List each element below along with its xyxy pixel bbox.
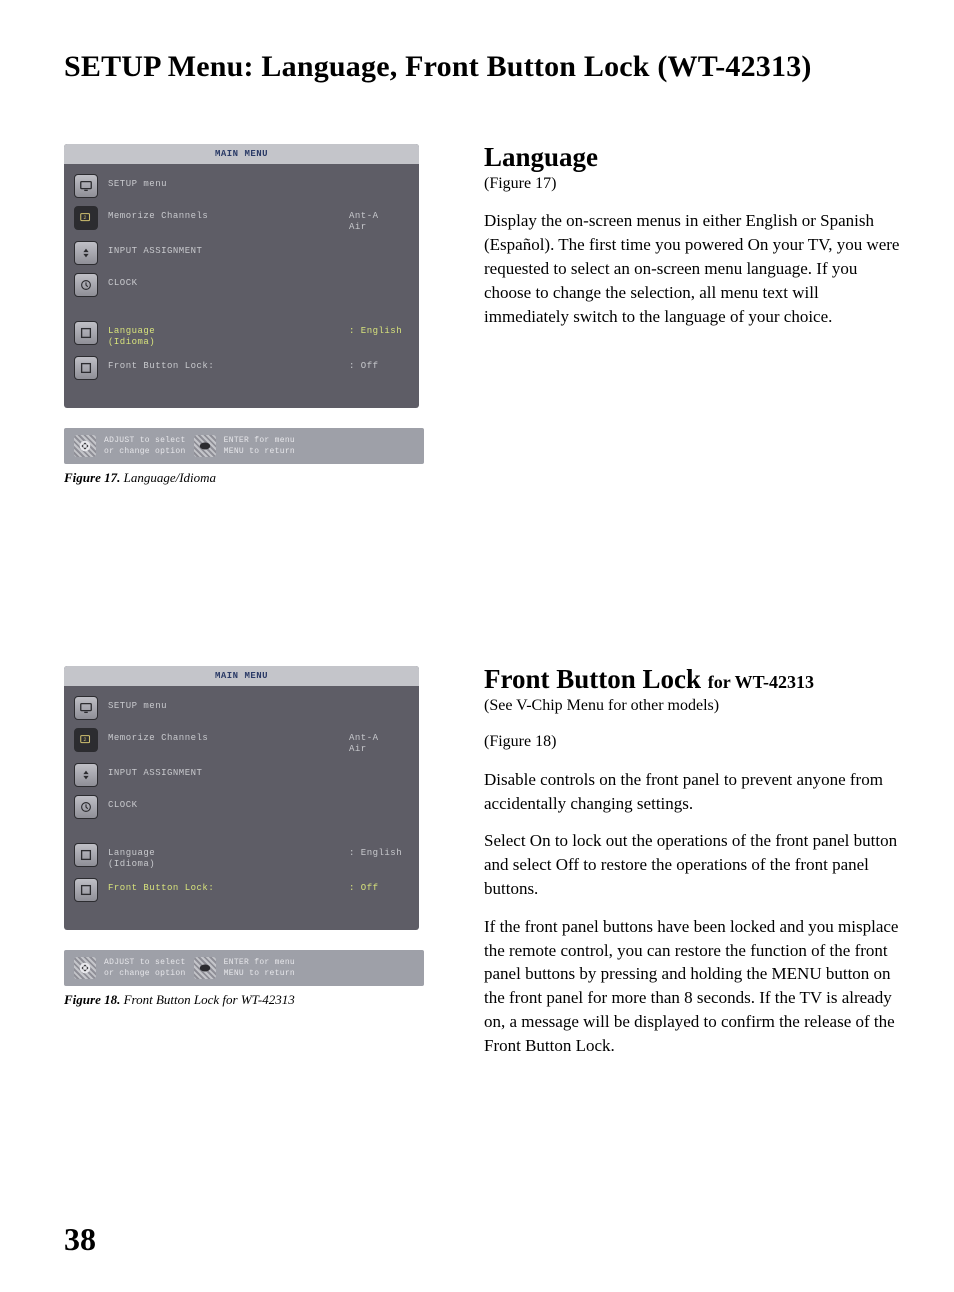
channel-icon: 2 — [74, 206, 98, 230]
osd-footer: ADJUST to selector change option ENTER f… — [64, 428, 424, 464]
tv-icon — [74, 174, 98, 198]
osd-item-input: INPUT ASSIGNMENT — [74, 759, 409, 791]
footer-text-left: ADJUST to selector change option — [104, 435, 186, 457]
section-ref: (Figure 18) — [484, 731, 904, 753]
figure-18-caption: Figure 18. Front Button Lock for WT-4231… — [64, 992, 424, 1008]
osd-title: MAIN MENU — [64, 144, 419, 164]
updown-icon — [74, 241, 98, 265]
osd-value: Ant-A Air — [349, 728, 409, 755]
osd-label: Memorize Channels — [108, 206, 339, 222]
osd-item-language: Language (Idioma) : English — [74, 317, 409, 352]
osd-item-setup: SETUP menu — [74, 692, 409, 724]
osd-label: CLOCK — [108, 273, 409, 289]
osd-item-memorize: 2 Memorize Channels Ant-A Air — [74, 202, 409, 237]
osd-item-input: INPUT ASSIGNMENT — [74, 237, 409, 269]
front-button-lock-section: Front Button Lock for WT-42313 (See V-Ch… — [484, 666, 904, 1072]
osd-item-setup: SETUP menu — [74, 170, 409, 202]
osd-value: : English — [349, 843, 409, 859]
osd-item-clock: CLOCK — [74, 269, 409, 301]
osd-label: INPUT ASSIGNMENT — [108, 763, 409, 779]
osd-label: Memorize Channels — [108, 728, 339, 744]
body-paragraph: Disable controls on the front panel to p… — [484, 768, 904, 816]
footer-text-right: ENTER for menuMENU to return — [224, 435, 295, 457]
osd-label: INPUT ASSIGNMENT — [108, 241, 409, 257]
osd-value: : Off — [349, 878, 409, 894]
section-heading: Front Button Lock for WT-42313 — [484, 666, 904, 693]
osd-label: CLOCK — [108, 795, 409, 811]
channel-icon: 2 — [74, 728, 98, 752]
figure-17-block: MAIN MENU SETUP menu 2 Memorize Channels… — [64, 144, 424, 486]
osd-item-memorize: 2 Memorize Channels Ant-A Air — [74, 724, 409, 759]
clock-icon — [74, 795, 98, 819]
osd-menu-fig17: MAIN MENU SETUP menu 2 Memorize Channels… — [64, 144, 419, 408]
square-icon — [74, 356, 98, 380]
spacer — [74, 823, 409, 839]
osd-footer: ADJUST to selector change option ENTER f… — [64, 950, 424, 986]
square-icon — [74, 878, 98, 902]
osd-label: SETUP menu — [108, 174, 409, 190]
section-ref: (Figure 17) — [484, 173, 904, 195]
language-section: Language (Figure 17) Display the on-scre… — [484, 144, 904, 486]
osd-label: Language (Idioma) — [108, 843, 339, 870]
osd-label: SETUP menu — [108, 696, 409, 712]
footer-text-right: ENTER for menuMENU to return — [224, 957, 295, 979]
page-number: 38 — [64, 1221, 96, 1258]
osd-label: Front Button Lock: — [108, 356, 339, 372]
osd-label: Language (Idioma) — [108, 321, 339, 348]
square-icon — [74, 321, 98, 345]
row-figure-18: MAIN MENU SETUP menu 2 Memorize Channels… — [64, 666, 904, 1072]
osd-title: MAIN MENU — [64, 666, 419, 686]
tv-icon — [74, 696, 98, 720]
figure-18-block: MAIN MENU SETUP menu 2 Memorize Channels… — [64, 666, 424, 1072]
svg-text:2: 2 — [83, 737, 87, 743]
page-title: SETUP Menu: Language, Front Button Lock … — [64, 50, 904, 84]
osd-item-lock: Front Button Lock: : Off — [74, 874, 409, 906]
osd-value: Ant-A Air — [349, 206, 409, 233]
osd-label: Front Button Lock: — [108, 878, 339, 894]
section-subref: (See V-Chip Menu for other models) — [484, 695, 904, 717]
body-paragraph: Display the on-screen menus in either En… — [484, 209, 904, 328]
footer-text-left: ADJUST to selector change option — [104, 957, 186, 979]
figure-17-caption: Figure 17. Language/Idioma — [64, 470, 424, 486]
osd-value: : English — [349, 321, 409, 337]
updown-icon — [74, 763, 98, 787]
clock-icon — [74, 273, 98, 297]
enter-icon — [194, 435, 216, 457]
osd-item-language: Language (Idioma) : English — [74, 839, 409, 874]
osd-value: : Off — [349, 356, 409, 372]
osd-item-lock: Front Button Lock: : Off — [74, 352, 409, 384]
osd-item-clock: CLOCK — [74, 791, 409, 823]
osd-menu-fig18: MAIN MENU SETUP menu 2 Memorize Channels… — [64, 666, 419, 930]
row-figure-17: MAIN MENU SETUP menu 2 Memorize Channels… — [64, 144, 904, 486]
body-paragraph: Select On to lock out the operations of … — [484, 829, 904, 900]
enter-icon — [194, 957, 216, 979]
document-page: SETUP Menu: Language, Front Button Lock … — [0, 0, 954, 1292]
svg-text:2: 2 — [83, 215, 87, 221]
dpad-icon — [74, 957, 96, 979]
dpad-icon — [74, 435, 96, 457]
spacer — [74, 301, 409, 317]
osd-body: SETUP menu 2 Memorize Channels Ant-A Air… — [64, 164, 419, 408]
body-paragraph: If the front panel buttons have been loc… — [484, 915, 904, 1058]
section-heading: Language — [484, 144, 904, 171]
osd-body: SETUP menu 2 Memorize Channels Ant-A Air… — [64, 686, 419, 930]
square-icon — [74, 843, 98, 867]
